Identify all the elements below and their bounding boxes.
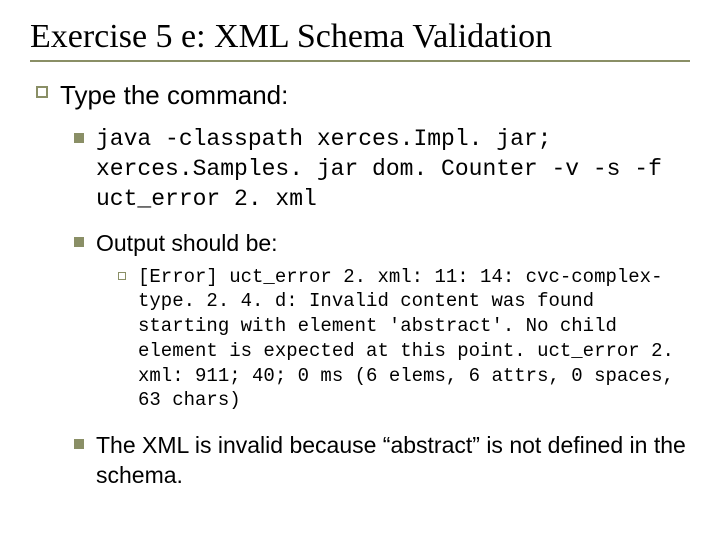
square-solid-bullet-icon [74, 133, 84, 143]
slide-title: Exercise 5 e: XML Schema Validation [30, 18, 690, 56]
explanation-text: The XML is invalid because “abstract” is… [96, 431, 690, 491]
title-underline [30, 60, 690, 62]
level2-item-explanation: The XML is invalid because “abstract” is… [74, 431, 690, 491]
level1-item: Type the command: [36, 80, 690, 111]
square-open-bullet-icon [36, 86, 48, 98]
slide: Exercise 5 e: XML Schema Validation Type… [0, 0, 720, 540]
square-solid-bullet-icon [74, 237, 84, 247]
square-tiny-bullet-icon [118, 272, 126, 280]
level1-text: Type the command: [60, 80, 288, 111]
output-label: Output should be: [96, 229, 278, 259]
square-solid-bullet-icon [74, 439, 84, 449]
output-text: [Error] uct_error 2. xml: 11: 14: cvc-co… [138, 265, 690, 413]
level3-item-output: [Error] uct_error 2. xml: 11: 14: cvc-co… [118, 265, 690, 413]
command-text: java -classpath xerces.Impl. jar; xerces… [96, 125, 690, 215]
level2-item-command: java -classpath xerces.Impl. jar; xerces… [74, 125, 690, 215]
level2-item-output-label: Output should be: [74, 229, 690, 259]
